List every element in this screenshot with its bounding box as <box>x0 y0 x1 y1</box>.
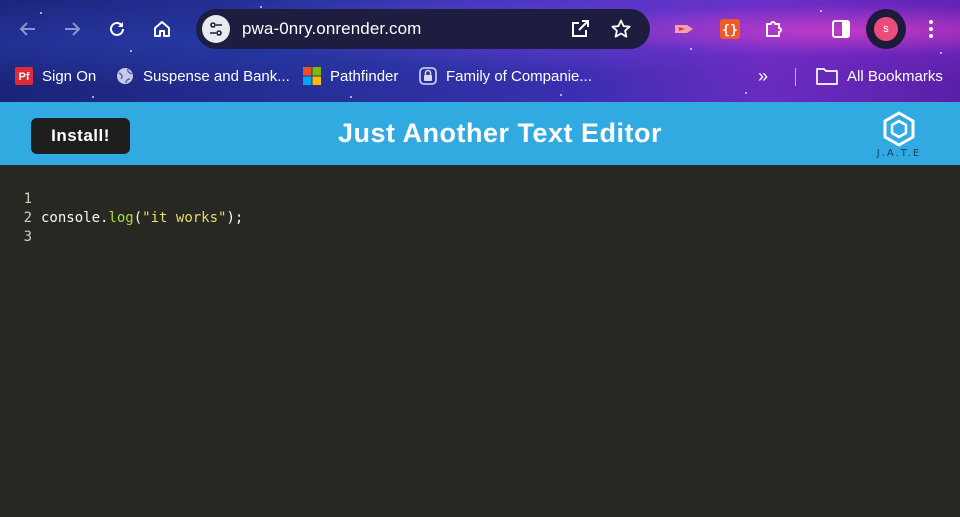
editor-line[interactable]: 2 <box>0 190 34 226</box>
reload-button[interactable] <box>100 12 134 46</box>
bookmark-label: Suspense and Bank... <box>143 67 290 85</box>
all-bookmarks-button[interactable]: All Bookmarks <box>816 64 943 88</box>
back-arrow-icon <box>19 22 35 36</box>
bookmark-suspense-and-bank[interactable]: Suspense and Bank... <box>116 64 290 88</box>
url-text[interactable]: pwa-0nry.onrender.com <box>242 19 421 39</box>
page-title: Just Another Text Editor <box>337 118 663 148</box>
bookmarks-bar: Pf Sign On Suspense and Bank... Pathfind… <box>0 60 960 92</box>
forward-button[interactable] <box>55 12 89 46</box>
back-button[interactable] <box>11 12 45 46</box>
home-icon <box>154 21 170 37</box>
bookmark-label: Pathfinder <box>330 67 399 85</box>
svg-text:{}: {} <box>722 23 738 38</box>
editor-line[interactable]: 3 <box>0 209 34 245</box>
bookmarks-separator <box>795 68 796 86</box>
site-info-icon[interactable] <box>202 15 230 43</box>
bookmark-sign-on[interactable]: Pf Sign On <box>15 64 96 88</box>
side-panel-icon[interactable] <box>829 17 853 41</box>
open-in-app-icon[interactable] <box>569 18 591 40</box>
code-token-object: console. <box>41 210 109 226</box>
bookmark-label: Sign On <box>42 67 97 85</box>
logo-text: J.A.T.E <box>876 148 922 159</box>
microsoft-icon <box>303 67 321 85</box>
home-button[interactable] <box>145 12 179 46</box>
profile-avatar[interactable]: s <box>866 9 906 49</box>
profile-initial: s <box>874 17 898 41</box>
more-bookmarks-button[interactable]: » <box>758 64 768 88</box>
extension-video-icon[interactable] <box>672 17 696 41</box>
code-token-function: log <box>108 210 134 226</box>
line-number: 3 <box>23 229 32 245</box>
bookmark-star-icon[interactable] <box>610 18 632 40</box>
cube-logo-icon <box>883 111 915 147</box>
svg-text:Pf: Pf <box>19 71 30 83</box>
browser-chrome: pwa-0nry.onrender.com {} s Pf Sign On Su… <box>0 0 960 102</box>
extensions-puzzle-icon[interactable] <box>762 17 786 41</box>
chevron-double-right-icon: » <box>758 65 769 86</box>
globe-icon <box>117 68 133 84</box>
code-token-close: ); <box>226 210 244 226</box>
address-bar[interactable]: pwa-0nry.onrender.com <box>196 9 650 49</box>
jate-logo: J.A.T.E <box>872 110 926 162</box>
all-bookmarks-label: All Bookmarks <box>847 67 943 85</box>
pf-icon: Pf <box>15 67 33 85</box>
forward-arrow-icon <box>65 22 81 36</box>
app-header: Install! Just Another Text Editor J.A.T.… <box>0 102 960 165</box>
code-token-string: "it works" <box>142 210 227 226</box>
code-editor[interactable]: 1 console.log("it works"); 2 3 <box>0 165 960 517</box>
folder-icon <box>816 68 838 85</box>
extension-json-icon[interactable]: {} <box>718 17 742 41</box>
bookmark-family-of-companies[interactable]: Family of Companie... <box>419 64 592 88</box>
browser-toolbar: pwa-0nry.onrender.com {} s <box>0 8 960 52</box>
kebab-menu-icon[interactable] <box>919 17 943 41</box>
reload-icon <box>110 21 124 36</box>
bookmark-pathfinder[interactable]: Pathfinder <box>303 64 398 88</box>
bookmark-label: Family of Companie... <box>446 67 592 85</box>
code-token-paren: ( <box>133 210 143 226</box>
code-line-1[interactable]: console.log("it works"); <box>41 209 243 228</box>
editor-line[interactable]: 1 console.log("it works"); <box>0 171 244 226</box>
lock-badge-icon <box>419 67 437 85</box>
